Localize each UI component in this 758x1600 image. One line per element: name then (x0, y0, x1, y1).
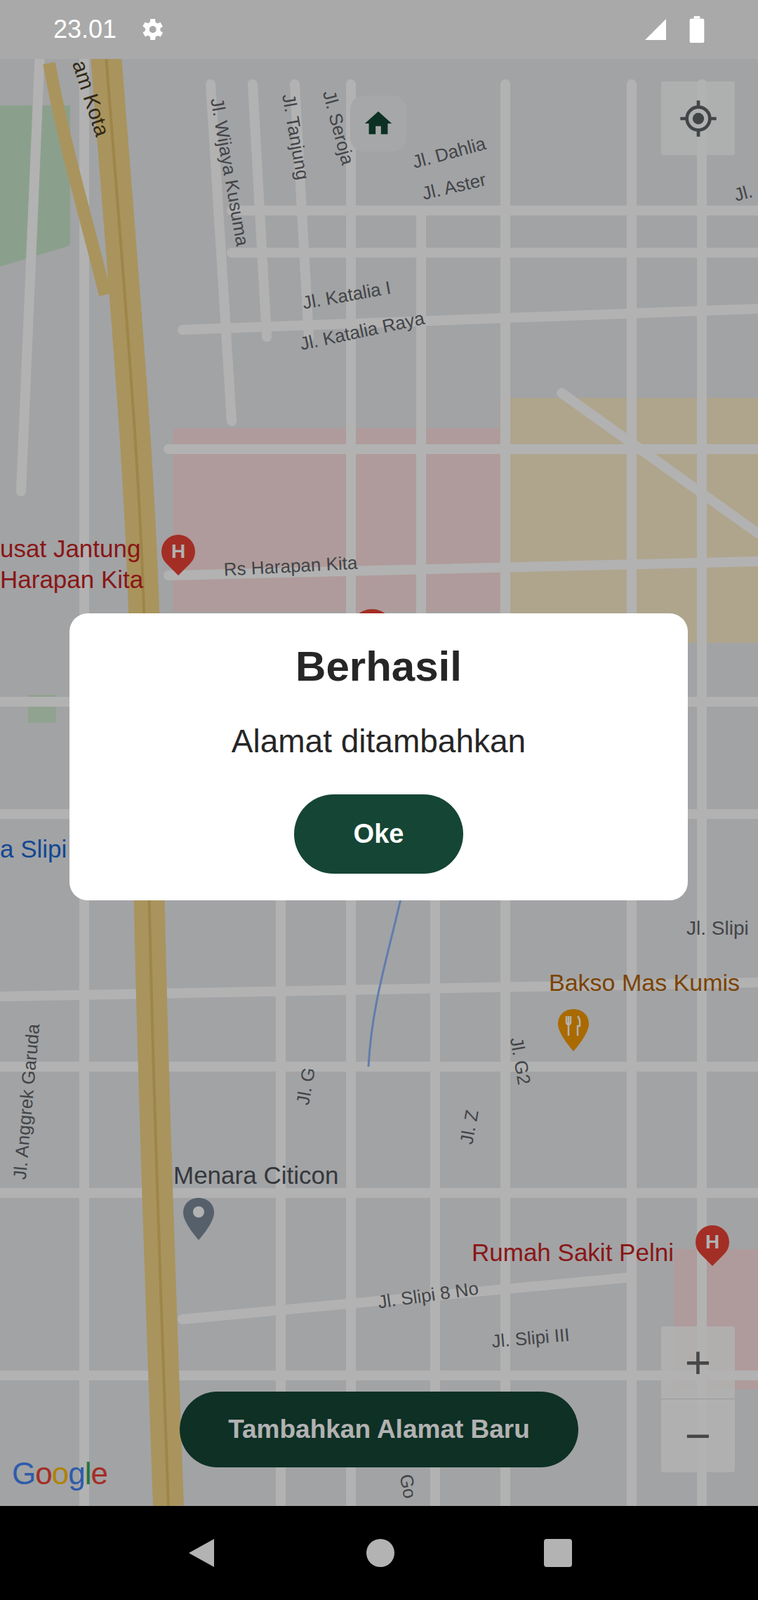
success-dialog: Berhasil Alamat ditambahkan Oke (69, 613, 688, 901)
battery-icon (689, 16, 705, 43)
recents-icon[interactable] (543, 1539, 573, 1568)
dialog-message: Alamat ditambahkan (231, 720, 526, 763)
home-circle-icon[interactable] (364, 1537, 396, 1569)
dialog-title: Berhasil (295, 638, 462, 695)
navigation-bar (0, 1506, 758, 1600)
back-icon[interactable] (185, 1536, 217, 1571)
status-bar: 23.01 (0, 0, 758, 59)
gear-icon (137, 15, 166, 44)
screen: am Kota Jl. Wijaya Kusuma Jl. Tanjung Jl… (0, 0, 758, 1600)
ok-button[interactable]: Oke (294, 794, 464, 874)
clock: 23.01 (53, 10, 117, 49)
signal-icon (642, 16, 669, 43)
